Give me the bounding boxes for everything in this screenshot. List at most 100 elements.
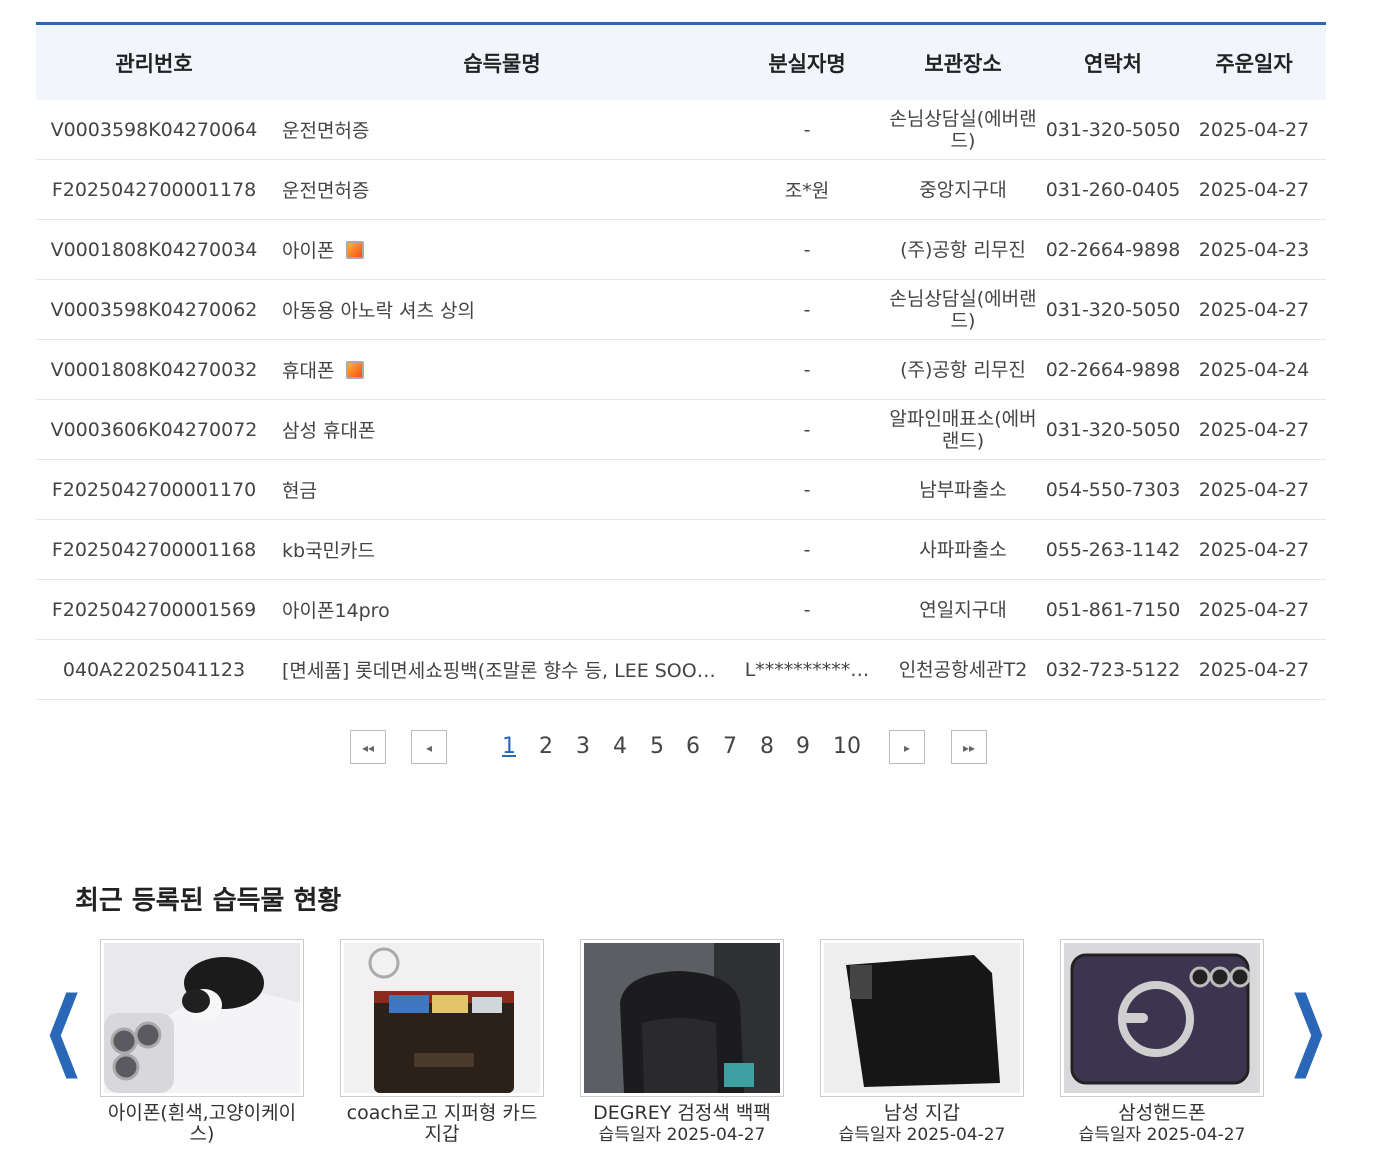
cell-id-text: F2025042700001178 xyxy=(51,178,257,201)
item-photo[interactable] xyxy=(820,939,1024,1097)
cell-item-name[interactable]: 운전면허증 xyxy=(272,159,732,220)
photo-icon[interactable] xyxy=(346,241,365,259)
cell-item-name-text[interactable]: kb국민카드 xyxy=(282,540,375,562)
cell-id: V0001808K04270034 xyxy=(36,219,272,280)
cell-item-name[interactable]: 삼성 휴대폰 xyxy=(272,399,732,460)
page-link-3[interactable]: 3 xyxy=(571,734,595,759)
cell-found-date: 2025-04-27 xyxy=(1182,519,1326,580)
page-link-9[interactable]: 9 xyxy=(791,734,815,759)
cell-item-name[interactable]: 현금 xyxy=(272,459,732,520)
cell-id: F2025042700001178 xyxy=(36,159,272,220)
cell-found-date-text: 2025-04-27 xyxy=(1198,178,1310,201)
table-row[interactable]: V0003598K04270062 아동용 아노락 셔츠 상의 - 손님상담실(에버랜… xyxy=(36,279,1326,340)
cell-contact: 031-320-5050 xyxy=(1044,100,1182,160)
table-row[interactable]: 040A22025041123 [면세품] 롯데면세쇼핑백(조말론 향수 등, L… xyxy=(36,639,1326,700)
cell-item-name[interactable]: 휴대폰 xyxy=(272,339,732,400)
cell-id: V0003598K04270064 xyxy=(36,100,272,160)
cell-loser-name-text: - xyxy=(803,298,811,321)
table-row[interactable]: V0003606K04270072 삼성 휴대폰 - 알파인매표소(에버랜드) 031-… xyxy=(36,399,1326,460)
table-row[interactable]: V0003598K04270064 운전면허증 - 손님상담실(에버랜드) 031-32… xyxy=(36,100,1326,160)
item-photo[interactable] xyxy=(100,939,304,1097)
recent-item-card[interactable]: 아이폰(흰색,고양이케이스) xyxy=(100,939,304,1145)
iphone-cat-case-photo xyxy=(104,943,300,1093)
carousel-next-arrow-icon[interactable]: ❯ xyxy=(1286,986,1329,1072)
cell-contact: 032-723-5122 xyxy=(1044,639,1182,700)
recent-item-card[interactable]: DEGREY 검정색 백팩 습득일자 2025-04-27 xyxy=(580,939,784,1146)
cell-item-name-text[interactable]: [면세품] 롯데면세쇼핑백(조말론 향수 등, LEE SOO… xyxy=(282,660,716,682)
cell-item-name[interactable]: 아이폰 xyxy=(272,219,732,280)
recent-item-name[interactable]: 아이폰(흰색,고양이케이스) xyxy=(100,1103,304,1145)
page-link-8[interactable]: 8 xyxy=(755,734,779,759)
item-photo[interactable] xyxy=(580,939,784,1097)
page-link-1[interactable]: 1 xyxy=(497,734,521,759)
coach-card-wallet-photo xyxy=(344,943,540,1093)
cell-found-date: 2025-04-23 xyxy=(1182,219,1326,280)
cell-storage-place: (주)공항 리무진 xyxy=(882,219,1044,280)
cell-item-name[interactable]: 아동용 아노락 셔츠 상의 xyxy=(272,279,732,340)
recent-item-card[interactable]: 남성 지갑 습득일자 2025-04-27 xyxy=(820,939,1024,1146)
last-page-button[interactable]: ▸▸ xyxy=(951,730,987,764)
cell-storage-place-text: (주)공항 리무진 xyxy=(900,358,1026,381)
item-photo[interactable] xyxy=(340,939,544,1097)
cell-contact: 02-2664-9898 xyxy=(1044,339,1182,400)
cell-storage-place-text: 사파파출소 xyxy=(919,538,1007,561)
cell-item-name-text[interactable]: 아이폰14pro xyxy=(282,600,390,622)
cell-item-name[interactable]: [면세품] 롯데면세쇼핑백(조말론 향수 등, LEE SOO… xyxy=(272,639,732,700)
header-id: 관리번호 xyxy=(36,25,272,100)
table-row[interactable]: F2025042700001569 아이폰14pro - 연일지구대 051-861-7… xyxy=(36,579,1326,640)
recent-item-name[interactable]: coach로고 지퍼형 카드지갑 xyxy=(340,1103,544,1145)
page-link-2[interactable]: 2 xyxy=(534,734,558,759)
table-row[interactable]: F2025042700001170 현금 - 남부파출소 054-550-7303 202… xyxy=(36,459,1326,520)
cell-item-name[interactable]: 아이폰14pro xyxy=(272,579,732,640)
cell-found-date: 2025-04-27 xyxy=(1182,100,1326,160)
recent-item-name[interactable]: 삼성핸드폰 xyxy=(1060,1103,1264,1124)
cell-contact-text: 02-2664-9898 xyxy=(1045,238,1181,261)
cell-item-name-text[interactable]: 운전면허증 xyxy=(282,120,369,142)
page-link-5[interactable]: 5 xyxy=(645,734,669,759)
carousel-prev-arrow-icon[interactable]: ❮ xyxy=(42,986,85,1072)
table-row[interactable]: F2025042700001178 운전면허증 조*원 중앙지구대 031-260-04… xyxy=(36,159,1326,220)
recent-item-card[interactable]: coach로고 지퍼형 카드지갑 xyxy=(340,939,544,1145)
next-page-button[interactable]: ▸ xyxy=(889,730,925,764)
table-row[interactable]: F2025042700001168 kb국민카드 - 사파파출소 055-263-114… xyxy=(36,519,1326,580)
cell-found-date-text: 2025-04-27 xyxy=(1198,538,1310,561)
cell-item-name-text[interactable]: 아동용 아노락 셔츠 상의 xyxy=(282,300,475,322)
page-link-6[interactable]: 6 xyxy=(681,734,705,759)
cell-storage-place: 사파파출소 xyxy=(882,519,1044,580)
mens-wallet-photo xyxy=(824,943,1020,1093)
prev-page-button[interactable]: ◂ xyxy=(411,730,447,764)
header-found-date: 주운일자 xyxy=(1182,25,1326,100)
cell-item-name[interactable]: 운전면허증 xyxy=(272,100,732,160)
cell-item-name-text[interactable]: 운전면허증 xyxy=(282,180,369,202)
lost-items-table-wrapper: 관리번호 습득물명 분실자명 보관장소 연락처 주운일자 V0003598K04… xyxy=(36,22,1326,700)
cell-item-name-text[interactable]: 아이폰 xyxy=(282,240,334,262)
cell-item-name-text[interactable]: 삼성 휴대폰 xyxy=(282,420,375,442)
cell-storage-place: (주)공항 리무진 xyxy=(882,339,1044,400)
cell-storage-place: 인천공항세관T2 xyxy=(882,639,1044,700)
recent-item-date: 습득일자 2025-04-27 xyxy=(598,1125,766,1145)
cell-id-text: F2025042700001170 xyxy=(51,478,257,501)
cell-loser-name: 조*원 xyxy=(732,159,882,220)
photo-icon[interactable] xyxy=(346,361,365,379)
cell-storage-place-text: 연일지구대 xyxy=(919,598,1007,621)
recent-item-name[interactable]: 남성 지갑 xyxy=(820,1103,1024,1124)
cell-contact-text: 055-263-1142 xyxy=(1045,538,1181,561)
recent-item-name[interactable]: DEGREY 검정색 백팩 xyxy=(580,1103,784,1124)
cell-found-date-text: 2025-04-27 xyxy=(1198,118,1310,141)
header-item-name: 습득물명 xyxy=(272,25,732,100)
first-page-button[interactable]: ◂◂ xyxy=(350,730,386,764)
cell-contact: 055-263-1142 xyxy=(1044,519,1182,580)
table-row[interactable]: V0001808K04270032 휴대폰 - (주)공항 리무진 02-2664-98… xyxy=(36,339,1326,400)
samsung-phone-photo xyxy=(1064,943,1260,1093)
cell-id-text: V0001808K04270034 xyxy=(50,238,258,261)
cell-item-name-text[interactable]: 현금 xyxy=(282,480,317,502)
cell-item-name[interactable]: kb국민카드 xyxy=(272,519,732,580)
item-photo[interactable] xyxy=(1060,939,1264,1097)
cell-item-name-text[interactable]: 휴대폰 xyxy=(282,360,334,382)
cell-loser-name-text: - xyxy=(803,238,811,261)
recent-item-card[interactable]: 삼성핸드폰 습득일자 2025-04-27 xyxy=(1060,939,1264,1146)
page-link-10[interactable]: 10 xyxy=(832,734,862,759)
table-row[interactable]: V0001808K04270034 아이폰 - (주)공항 리무진 02-2664-98… xyxy=(36,219,1326,280)
page-link-7[interactable]: 7 xyxy=(718,734,742,759)
page-link-4[interactable]: 4 xyxy=(608,734,632,759)
